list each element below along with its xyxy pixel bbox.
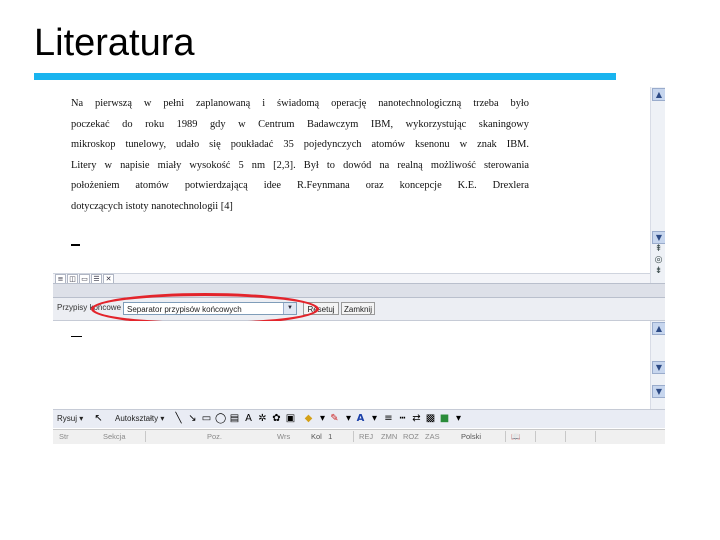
paragraph-line: położeniem atomów potwierdzającą idee R.… bbox=[71, 180, 529, 191]
oval-tool-icon[interactable]: ◯ bbox=[215, 413, 226, 424]
status-column-label: Kol bbox=[311, 432, 322, 441]
paragraph-line: mikroskop tunelowy, udało się poukładać … bbox=[71, 139, 529, 150]
autoshapes-menu-button[interactable]: Autokształty ▾ bbox=[115, 413, 164, 425]
status-line: Wrs bbox=[277, 432, 291, 441]
close-button[interactable]: Zamknij bbox=[341, 302, 375, 315]
toolbar-options-icon[interactable]: ▾ bbox=[453, 413, 464, 424]
status-separator bbox=[145, 431, 146, 442]
scroll-down-icon[interactable]: ▼ bbox=[652, 361, 665, 374]
status-ovr[interactable]: ZAS bbox=[425, 432, 440, 441]
slide-title: Literatura bbox=[34, 22, 195, 64]
scroll-up-icon[interactable]: ▲ bbox=[652, 322, 665, 335]
next-page-icon[interactable]: ⇟ bbox=[653, 266, 664, 277]
footnote-pane-area[interactable] bbox=[53, 321, 649, 407]
footnote-pane-scrollbar[interactable]: ▲ ▼ ▼ bbox=[650, 321, 665, 409]
rectangle-tool-icon[interactable]: ▭ bbox=[201, 413, 212, 424]
picture-icon[interactable]: ▣ bbox=[285, 413, 296, 424]
paragraph-line: poczekać do roku 1989 gdy w Centrum Bada… bbox=[71, 118, 529, 130]
scroll-down-icon[interactable]: ▼ bbox=[652, 385, 665, 398]
line-style-icon[interactable]: ≡ bbox=[383, 413, 394, 424]
chevron-down-icon[interactable]: ▾ bbox=[317, 413, 328, 424]
browse-object-icon[interactable]: ◎ bbox=[653, 255, 664, 266]
footnote-separator-value: Separator przypisów końcowych bbox=[127, 305, 242, 314]
footnote-type-label: Przypisy końcowe bbox=[57, 303, 122, 312]
line-tool-icon[interactable]: ╲ bbox=[173, 413, 184, 424]
fill-color-icon[interactable]: ◆ bbox=[303, 413, 314, 424]
vertical-scrollbar[interactable]: ▲ ▼ ⇞ ◎ ⇟ bbox=[650, 87, 665, 283]
drawing-toolbar: Rysuj ▾ ↖ Autokształty ▾ ╲ ↘ ▭ ◯ ▤ A ✲ ✿… bbox=[53, 409, 665, 428]
draw-menu-button[interactable]: Rysuj ▾ bbox=[57, 413, 83, 425]
word-window-screenshot: Na pierwszą w pełni zaplanowaną i świado… bbox=[53, 87, 665, 447]
status-position: Poz. bbox=[207, 432, 223, 441]
status-page: Str bbox=[59, 432, 69, 441]
spelling-status-icon[interactable]: 📖 bbox=[511, 432, 520, 441]
shadow-style-icon[interactable]: ▩ bbox=[425, 413, 436, 424]
status-separator bbox=[565, 431, 566, 442]
clipart-icon[interactable]: ✿ bbox=[271, 413, 282, 424]
line-color-icon[interactable]: ✎ bbox=[329, 413, 340, 424]
footnote-separator-select[interactable]: Separator przypisów końcowych ▼ bbox=[123, 302, 297, 315]
wordart-icon[interactable]: A bbox=[243, 413, 254, 424]
status-separator bbox=[505, 431, 506, 442]
status-separator bbox=[535, 431, 536, 442]
font-color-icon[interactable]: A bbox=[355, 413, 366, 424]
footnote-pane-bar: Przypisy końcowe Separator przypisów koń… bbox=[53, 298, 665, 321]
select-pointer-icon[interactable]: ↖ bbox=[93, 413, 104, 424]
chevron-down-icon[interactable]: ▾ bbox=[369, 413, 380, 424]
arrow-style-icon[interactable]: ⇄ bbox=[411, 413, 422, 424]
arrow-tool-icon[interactable]: ↘ bbox=[187, 413, 198, 424]
pane-splitter[interactable] bbox=[53, 283, 665, 298]
diagram-icon[interactable]: ✲ bbox=[257, 413, 268, 424]
autoshapes-label: Autokształty bbox=[115, 414, 159, 423]
paragraph-line: Na pierwszą w pełni zaplanowaną i świado… bbox=[71, 98, 529, 109]
paragraph-line: Litery w napisie miały wysokość 5 nm [2,… bbox=[71, 159, 529, 171]
scroll-up-icon[interactable]: ▲ bbox=[652, 88, 665, 101]
text-cursor-mark bbox=[71, 244, 80, 246]
dash-style-icon[interactable]: ┅ bbox=[397, 413, 408, 424]
text-box-icon[interactable]: ▤ bbox=[229, 413, 240, 424]
status-bar: Str Sekcja Poz. Wrs Kol 1 REJ ZMN ROZ ZA… bbox=[53, 429, 665, 444]
3d-style-icon[interactable]: ■ bbox=[439, 413, 450, 424]
status-rec[interactable]: REJ bbox=[359, 432, 373, 441]
reset-button[interactable]: Resetuj bbox=[303, 302, 339, 315]
title-underline bbox=[34, 73, 616, 80]
scroll-down-icon[interactable]: ▼ bbox=[652, 231, 665, 244]
footnote-separator-line bbox=[71, 336, 82, 337]
document-paragraph: Na pierwszą w pełni zaplanowaną i świado… bbox=[71, 97, 529, 220]
status-column-value: 1 bbox=[328, 432, 333, 441]
status-trk[interactable]: ZMN bbox=[381, 432, 397, 441]
status-separator bbox=[595, 431, 596, 442]
paragraph-line: dotyczących istoty nanotechnologii [4] bbox=[71, 200, 233, 212]
status-language[interactable]: Polski bbox=[461, 432, 481, 441]
draw-label: Rysuj bbox=[57, 414, 78, 423]
status-column: Kol 1 bbox=[311, 432, 332, 441]
chevron-down-icon[interactable]: ▾ bbox=[343, 413, 354, 424]
prev-page-icon[interactable]: ⇞ bbox=[653, 244, 664, 255]
status-ext[interactable]: ROZ bbox=[403, 432, 419, 441]
document-area[interactable]: Na pierwszą w pełni zaplanowaną i świado… bbox=[53, 87, 649, 271]
chevron-down-icon[interactable]: ▼ bbox=[283, 303, 296, 314]
status-separator bbox=[353, 431, 354, 442]
status-section: Sekcja bbox=[103, 432, 126, 441]
